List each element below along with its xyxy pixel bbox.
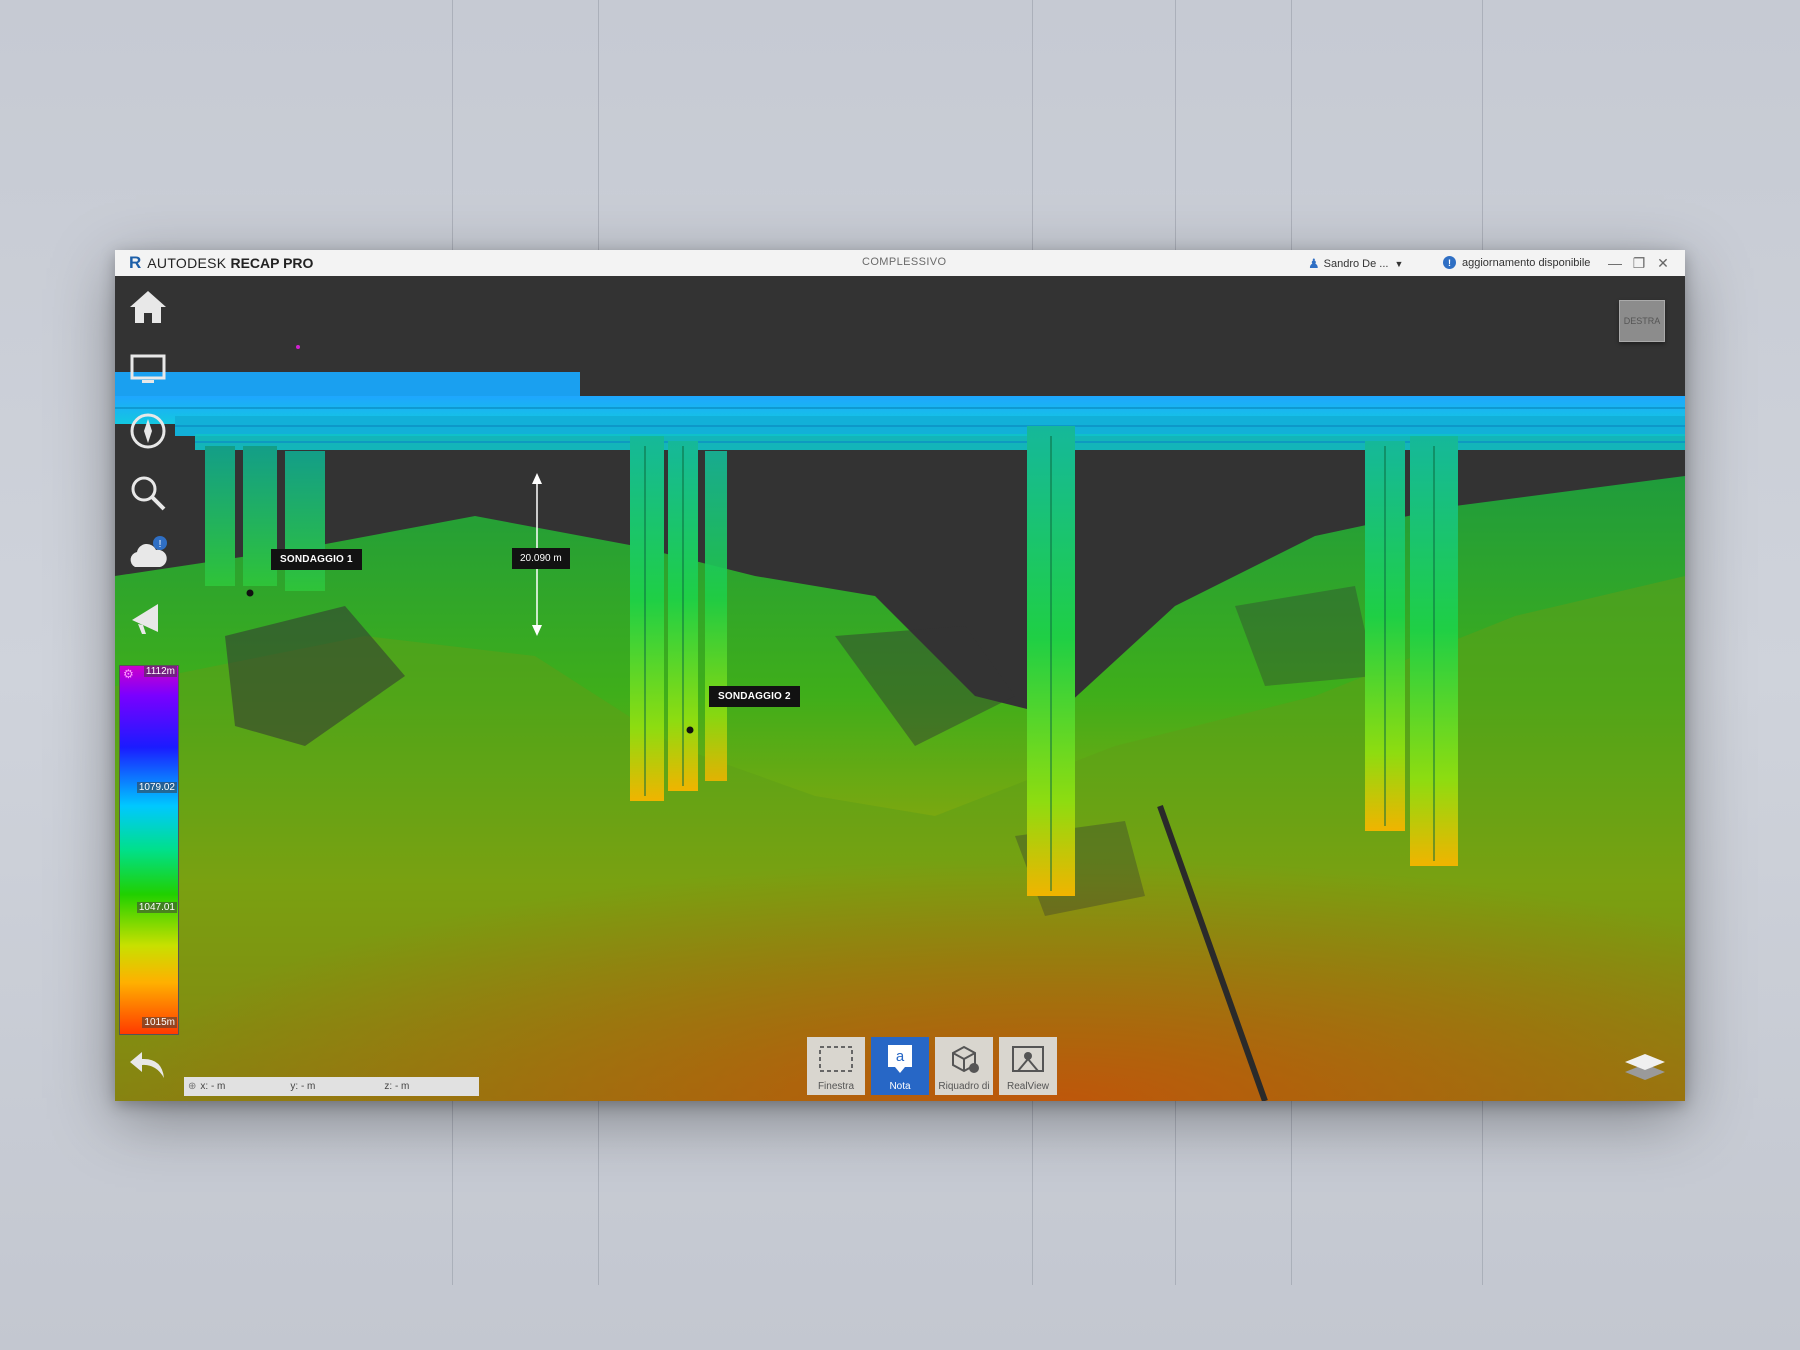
realview-button[interactable]: RealView: [999, 1037, 1057, 1095]
brand: R AUTODESK RECAP PRO: [129, 253, 313, 273]
layers-button[interactable]: [1623, 1050, 1667, 1087]
undo-button[interactable]: [128, 1048, 170, 1087]
layers-icon: [1625, 1054, 1665, 1080]
monitor-icon: [130, 354, 166, 383]
crosshair-icon: ⊕: [188, 1081, 197, 1092]
point-cloud-scene[interactable]: [115, 276, 1685, 1101]
cloud-button[interactable]: !: [127, 534, 169, 576]
brand-product: RECAP PRO: [230, 255, 314, 271]
gear-icon[interactable]: ⚙: [123, 667, 134, 681]
window-select-label: Finestra: [817, 1081, 855, 1092]
limit-box-button[interactable]: Riquadro di: [935, 1037, 993, 1095]
megaphone-icon: [132, 604, 158, 634]
titlebar: R AUTODESK RECAP PRO COMPLESSIVO ♟ Sandr…: [115, 250, 1685, 277]
svg-text:a: a: [896, 1048, 905, 1065]
share-button[interactable]: [127, 596, 169, 638]
annotation-tag-sondaggio-1[interactable]: SONDAGGIO 1: [271, 549, 362, 570]
update-notice-text: aggiornamento disponibile: [1462, 256, 1591, 269]
coordinate-z: z: - m: [384, 1081, 410, 1092]
legend-min-label: 1015m: [142, 1017, 177, 1028]
cloud-badge: !: [159, 539, 162, 550]
app-window: R AUTODESK RECAP PRO COMPLESSIVO ♟ Sandr…: [115, 250, 1685, 1101]
navigation-button[interactable]: [127, 410, 169, 452]
home-icon: [130, 291, 166, 323]
search-icon: [131, 476, 166, 511]
restore-button[interactable]: ❐: [1627, 253, 1651, 273]
display-button[interactable]: [127, 348, 169, 390]
view-cube[interactable]: DESTRA: [1619, 300, 1665, 342]
legend-max-label: 1112m: [143, 666, 177, 677]
window-controls: — ❐ ✕: [1603, 253, 1675, 273]
chevron-down-icon: ▼: [1394, 259, 1404, 269]
coordinate-x: x: - m: [200, 1081, 226, 1092]
home-button[interactable]: [127, 286, 169, 328]
realview-icon: [1012, 1046, 1044, 1072]
note-icon: a: [888, 1045, 912, 1073]
note-label: Nota: [889, 1081, 911, 1092]
bottom-toolbar: Finestra a Nota Riquadro di RealView: [807, 1037, 1057, 1095]
point-cloud-viewport[interactable]: !: [115, 276, 1685, 1101]
minimize-button[interactable]: —: [1603, 253, 1627, 273]
legend-mid-low-label: 1047.01: [136, 902, 177, 913]
update-notice[interactable]: ! aggiornamento disponibile: [1443, 256, 1590, 269]
measurement-label[interactable]: 20.090 m: [512, 548, 570, 569]
elevation-color-bar: [119, 665, 179, 1035]
compass-icon: [130, 413, 166, 449]
limit-box-icon: [952, 1045, 979, 1073]
coordinate-readout: ⊕ x: - m y: - m z: - m: [184, 1077, 479, 1096]
elevation-color-legend[interactable]: ⚙ 1112m 1079.02 1047.01 1015m: [119, 665, 179, 1035]
recap-logo-icon: R: [129, 253, 142, 272]
limit-box-label: Riquadro di: [938, 1081, 990, 1092]
search-button[interactable]: [127, 472, 169, 514]
annotation-tag-sondaggio-2[interactable]: SONDAGGIO 2: [709, 686, 800, 707]
coordinate-y: y: - m: [290, 1081, 316, 1092]
user-icon: ♟: [1308, 256, 1320, 271]
legend-mid-high-label: 1079.02: [136, 782, 177, 793]
brand-name: AUTODESK: [147, 255, 227, 271]
realview-label: RealView: [1006, 1081, 1050, 1092]
close-button[interactable]: ✕: [1651, 253, 1675, 273]
user-menu[interactable]: ♟ Sandro De ... ▼: [1308, 256, 1403, 272]
info-icon: !: [1443, 256, 1456, 269]
note-button[interactable]: a Nota: [871, 1037, 929, 1095]
window-select-icon: [819, 1046, 853, 1072]
back-arrow-icon: [130, 1052, 164, 1078]
document-title: COMPLESSIVO: [862, 256, 947, 268]
user-name: Sandro De ...: [1323, 258, 1389, 270]
window-select-button[interactable]: Finestra: [807, 1037, 865, 1095]
cloud-icon: !: [130, 536, 167, 567]
